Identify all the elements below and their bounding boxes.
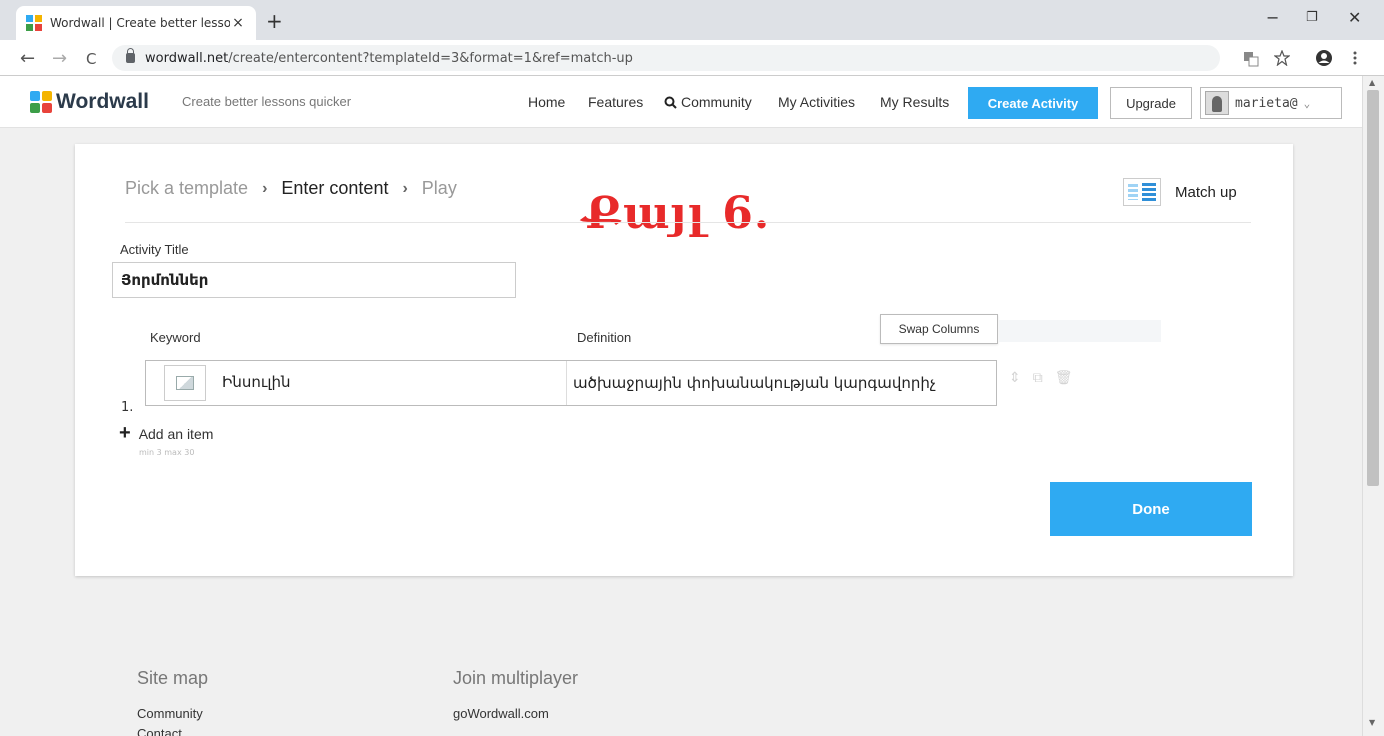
match-up-icon — [1123, 178, 1161, 206]
activity-title-label: Activity Title — [120, 242, 189, 257]
upgrade-button[interactable]: Upgrade — [1110, 87, 1192, 119]
step-pick-template[interactable]: Pick a template — [125, 178, 248, 199]
scroll-thumb[interactable] — [1367, 90, 1379, 486]
nav-my-results[interactable]: My Results — [880, 94, 949, 110]
nav-home[interactable]: Home — [528, 94, 565, 110]
wordwall-logo[interactable]: Wordwall — [30, 90, 149, 114]
wordwall-favicon-icon — [26, 15, 42, 31]
reload-icon[interactable]: C — [86, 50, 96, 68]
restore-icon[interactable]: ❐ — [1306, 10, 1318, 25]
chevron-right-icon: › — [262, 179, 268, 197]
keyword-input[interactable]: Ինսուլին — [222, 373, 291, 391]
plus-icon: + — [119, 422, 131, 444]
reorder-icon[interactable]: ⇕ — [1009, 370, 1021, 386]
window-close-icon[interactable]: ✕ — [1348, 8, 1361, 27]
item-number: 1. — [121, 400, 134, 415]
chevron-right-icon: › — [402, 179, 408, 197]
definition-input[interactable]: ածխաջրային փոխանակության կարգավորիչ — [573, 374, 936, 392]
minimize-icon[interactable]: − — [1266, 8, 1279, 27]
add-item-button[interactable]: + Add an item — [119, 422, 213, 445]
url-path: /create/entercontent?templateId=3&format… — [228, 50, 633, 66]
url-host: wordwall.net — [145, 50, 229, 66]
browser-tab[interactable]: Wordwall | Create better lessons × — [16, 6, 256, 40]
add-image-button[interactable] — [164, 365, 206, 401]
tab-title: Wordwall | Create better lessons — [50, 16, 230, 30]
address-bar-row: ← → C wordwall.net/create/entercontent?t… — [0, 40, 1384, 76]
wordwall-logo-icon — [30, 91, 52, 113]
footer-link-gowordwall[interactable]: goWordwall.com — [453, 706, 549, 721]
add-item-label: Add an item — [138, 425, 214, 442]
faint-tooltip — [999, 320, 1161, 342]
back-icon[interactable]: ← — [20, 48, 35, 69]
item-limits: min 3 max 30 — [139, 448, 195, 457]
lock-icon — [126, 48, 135, 63]
keyword-column-header: Keyword — [150, 330, 201, 345]
site-header: Wordwall Create better lessons quicker H… — [0, 76, 1362, 128]
nav-community-label: Community — [681, 94, 752, 110]
activity-title-input[interactable]: Յորմոններ — [112, 262, 516, 298]
footer-link-community[interactable]: Community — [137, 706, 203, 721]
step-enter-content: Enter content — [281, 178, 389, 198]
nav-features[interactable]: Features — [588, 94, 643, 110]
divider — [125, 222, 1251, 223]
editor-card: Pick a template › Enter content › Play Ք… — [75, 144, 1293, 576]
item-row-box: Ինսուլին ածխաջրային փոխանակության կարգավ… — [145, 360, 997, 406]
browser-tab-bar: Wordwall | Create better lessons × + − ❐… — [0, 0, 1384, 40]
template-name: Match up — [1175, 183, 1237, 201]
step-overlay-title: Քայլ 6. — [583, 188, 771, 239]
definition-column-header: Definition — [577, 330, 632, 345]
step-play[interactable]: Play — [422, 178, 457, 199]
template-badge[interactable]: Match up — [1123, 178, 1237, 206]
nav-my-activities[interactable]: My Activities — [778, 94, 855, 110]
done-button[interactable]: Done — [1050, 482, 1252, 536]
tab-close-icon[interactable]: × — [230, 15, 246, 31]
duplicate-icon[interactable]: ⧉ — [1033, 370, 1043, 386]
delete-icon[interactable]: 🗑 — [1055, 370, 1073, 386]
row-separator — [566, 361, 567, 405]
user-menu[interactable]: marieta@ ⌄ — [1200, 87, 1342, 119]
account-icon[interactable] — [1315, 49, 1333, 67]
url-field[interactable]: wordwall.net/create/entercontent?templat… — [112, 45, 1220, 71]
swap-columns-button[interactable]: Swap Columns — [880, 314, 998, 344]
tagline: Create better lessons quicker — [182, 94, 352, 109]
wizard-steps: Pick a template › Enter content › Play — [125, 178, 457, 199]
search-icon — [664, 96, 677, 109]
username: marieta@ — [1235, 95, 1298, 111]
logo-text: Wordwall — [56, 90, 149, 113]
translate-icon[interactable] — [1243, 51, 1259, 67]
new-tab-icon[interactable]: + — [266, 9, 283, 33]
scroll-down-icon[interactable]: ▼ — [1369, 718, 1375, 727]
footer-join-heading: Join multiplayer — [453, 668, 579, 688]
scroll-up-icon[interactable]: ▲ — [1369, 78, 1375, 87]
avatar — [1205, 91, 1229, 115]
forward-icon[interactable]: → — [52, 48, 67, 69]
row-actions: ⇕ ⧉ 🗑 — [1009, 370, 1073, 386]
chevron-down-icon: ⌄ — [1303, 96, 1311, 110]
image-icon — [176, 376, 194, 390]
page-scrollbar[interactable]: ▲ ▼ — [1362, 76, 1384, 736]
menu-icon[interactable] — [1352, 50, 1358, 66]
create-activity-button[interactable]: Create Activity — [968, 87, 1098, 119]
star-icon[interactable] — [1274, 50, 1290, 66]
footer-site-map-heading: Site map — [137, 668, 209, 688]
footer-link-contact[interactable]: Contact — [137, 726, 182, 736]
nav-community[interactable]: Community — [664, 94, 752, 110]
